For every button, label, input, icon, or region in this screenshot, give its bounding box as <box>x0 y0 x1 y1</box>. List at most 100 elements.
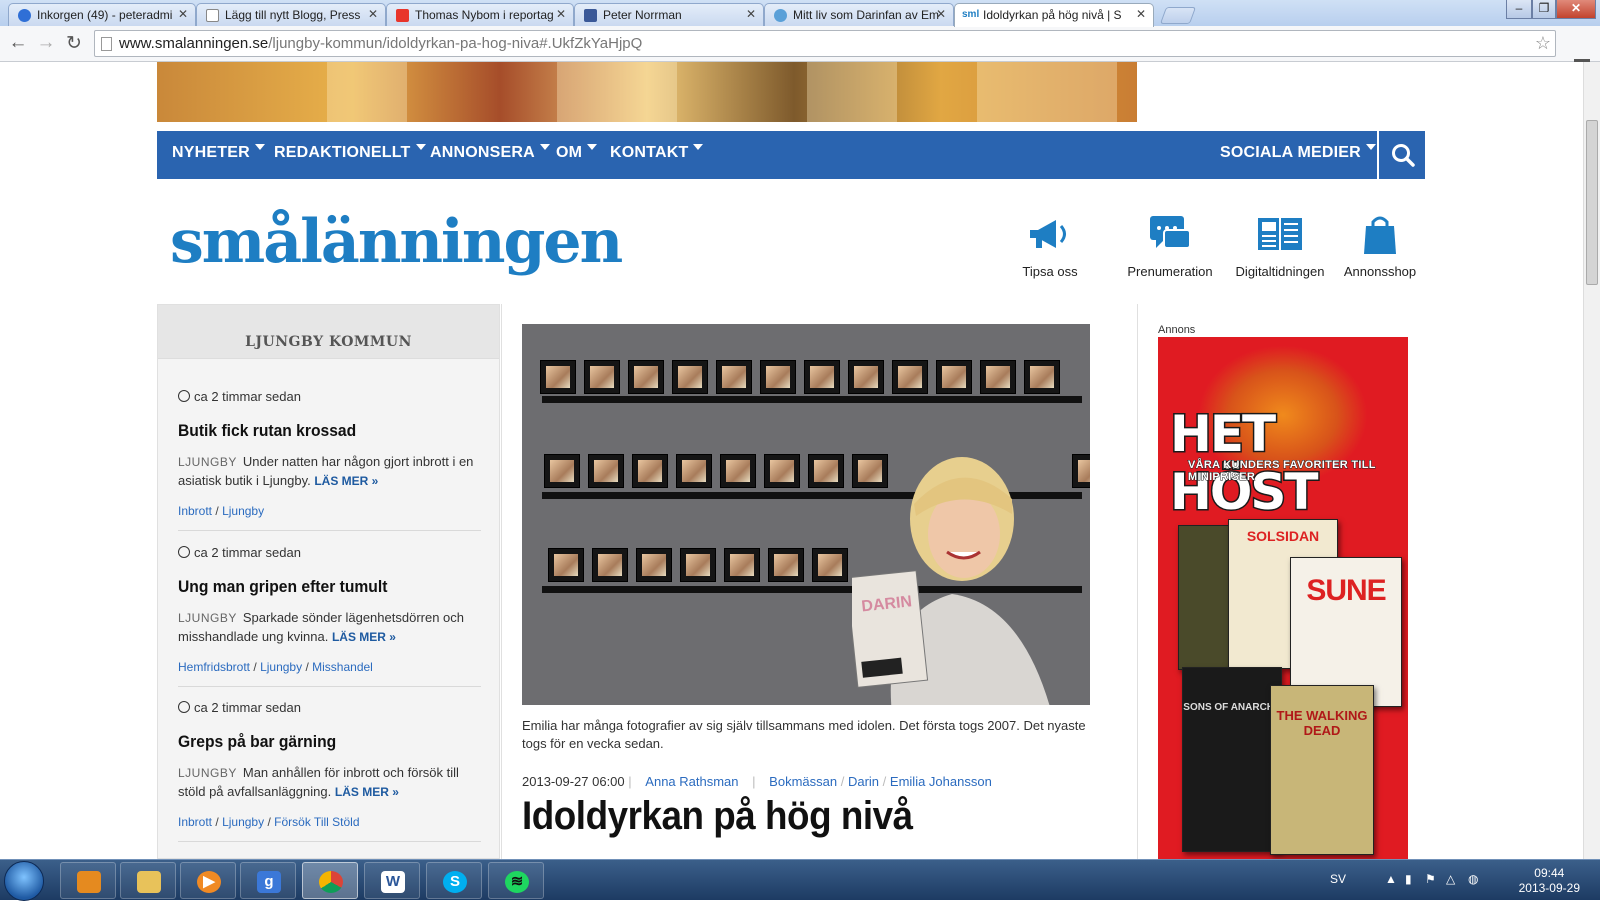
tab-title: Peter Norrman <box>603 8 682 22</box>
browser-tab-5[interactable]: Mitt liv som Darinfan av Em ✕ <box>764 3 954 26</box>
chat-favicon-icon <box>774 9 787 22</box>
taskbar-skype[interactable]: S <box>426 862 482 899</box>
search-button[interactable] <box>1377 131 1425 179</box>
reload-icon[interactable]: ↻ <box>62 32 86 55</box>
read-more-link[interactable]: LÄS MER » <box>332 630 396 644</box>
page-scrollbar[interactable] <box>1583 62 1600 859</box>
news-title[interactable]: Ung man gripen efter tumult <box>178 577 457 597</box>
service-prenumeration[interactable]: Prenumeration <box>1120 214 1220 279</box>
browser-tab-4[interactable]: Peter Norrman ✕ <box>574 3 764 26</box>
photo-frame <box>636 548 672 582</box>
web-page: NYHETER REDAKTIONELLT ANNONSERA OM KONTA… <box>0 62 1583 859</box>
tab-title: Inkorgen (49) - peteradmi <box>37 8 173 22</box>
news-title[interactable]: Greps på bar gärning <box>178 732 457 752</box>
browser-tab-active[interactable]: sml Idoldyrkan på hög nivå | S ✕ <box>954 3 1154 27</box>
gmail-favicon-icon <box>396 9 409 22</box>
news-tags: Inbrott / Ljungby / Försök Till Stöld <box>178 815 360 829</box>
spotify-icon: ≋ <box>505 871 529 893</box>
tag-link[interactable]: Bokmässan <box>769 774 837 789</box>
browser-tab-1[interactable]: Inkorgen (49) - peteradmi ✕ <box>8 3 196 26</box>
close-tab-icon[interactable]: ✕ <box>936 7 946 21</box>
word-icon: W <box>381 871 405 893</box>
tag-link[interactable]: Inbrott <box>178 504 212 518</box>
service-annonsshop[interactable]: Annonsshop <box>1335 214 1425 279</box>
bookmark-star-icon[interactable]: ☆ <box>1535 33 1551 54</box>
taskbar-word[interactable]: W <box>364 862 420 899</box>
url-host: www.smalanningen.se <box>119 35 269 52</box>
smalanningen-favicon-icon: sml <box>962 9 980 20</box>
maximize-button[interactable]: ❐ <box>1532 0 1556 19</box>
address-bar[interactable]: www.smalanningen.se/ljungby-kommun/idold… <box>94 30 1556 57</box>
drive-icon[interactable]: △ <box>1446 872 1455 886</box>
close-window-button[interactable]: ✕ <box>1556 0 1596 19</box>
nav-sociala-medier[interactable]: SOCIALA MEDIER <box>1220 144 1376 162</box>
back-icon[interactable]: ← <box>6 32 30 54</box>
photo-frame <box>936 360 972 394</box>
taskbar-explorer[interactable] <box>120 862 176 899</box>
article-photo[interactable]: DARIN <box>522 324 1090 705</box>
minimize-button[interactable]: – <box>1506 0 1532 19</box>
tag-link[interactable]: Darin <box>848 774 879 789</box>
news-tags: Inbrott / Ljungby <box>178 504 265 518</box>
tag-link[interactable]: Ljungby <box>260 660 302 674</box>
clock-date: 2013-09-29 <box>1518 881 1580 895</box>
close-tab-icon[interactable]: ✕ <box>178 7 188 21</box>
photo-frame <box>716 360 752 394</box>
scrollbar-thumb[interactable] <box>1586 120 1598 285</box>
photo-frame <box>812 548 848 582</box>
taskbar-media-player[interactable]: ▶ <box>180 862 236 899</box>
close-tab-icon[interactable]: ✕ <box>746 7 756 21</box>
nav-kontakt[interactable]: KONTAKT <box>610 144 703 162</box>
tag-link[interactable]: Ljungby <box>222 815 264 829</box>
nav-om[interactable]: OM <box>556 144 597 162</box>
nav-annonsera[interactable]: ANNONSERA <box>430 144 550 162</box>
photo-frame <box>764 454 800 488</box>
tray-expand-icon[interactable]: ▲ <box>1385 872 1397 886</box>
close-tab-icon[interactable]: ✕ <box>1136 7 1146 21</box>
photo-frame <box>1024 360 1060 394</box>
close-tab-icon[interactable]: ✕ <box>368 7 378 21</box>
browser-tab-2[interactable]: Lägg till nytt Blogg, Press ✕ <box>196 3 386 26</box>
taskbar-chrome[interactable] <box>302 862 358 899</box>
author-link[interactable]: Anna Rathsman <box>645 774 738 789</box>
tag-link[interactable]: Försök Till Stöld <box>274 815 359 829</box>
close-tab-icon[interactable]: ✕ <box>556 7 566 21</box>
photo-frame <box>588 454 624 488</box>
nav-nyheter[interactable]: NYHETER <box>172 144 265 162</box>
nav-redaktionellt[interactable]: REDAKTIONELLT <box>274 144 426 162</box>
photo-frame <box>584 360 620 394</box>
tag-link[interactable]: Emilia Johansson <box>890 774 992 789</box>
network-icon[interactable]: ◍ <box>1468 872 1478 886</box>
girl-with-book-figure: DARIN <box>852 457 1050 705</box>
system-clock[interactable]: 09:44 2013-09-29 <box>1519 866 1580 896</box>
site-logo[interactable]: smålänningen <box>170 207 623 277</box>
service-tipsa-oss[interactable]: Tipsa oss <box>1010 214 1090 279</box>
forward-icon[interactable]: → <box>34 32 58 54</box>
tag-link[interactable]: Inbrott <box>178 815 212 829</box>
tag-link[interactable]: Misshandel <box>312 660 373 674</box>
clock-time: 09:44 <box>1534 866 1565 880</box>
tag-link[interactable]: Hemfridsbrott <box>178 660 250 674</box>
taskbar-google[interactable]: g <box>240 862 296 899</box>
tag-link[interactable]: Ljungby <box>222 504 264 518</box>
browser-tab-3[interactable]: Thomas Nybom i reportag ✕ <box>386 3 574 26</box>
new-tab-button[interactable] <box>1159 7 1197 24</box>
start-button[interactable] <box>4 861 44 901</box>
ad-column: Annons HET HÖST VÅRA KUNDERS FAVORITER T… <box>1137 304 1425 859</box>
google-icon: g <box>257 871 281 893</box>
read-more-link[interactable]: LÄS MER » <box>335 785 399 799</box>
ad-banner[interactable]: HET HÖST VÅRA KUNDERS FAVORITER TILL MIN… <box>1158 337 1408 859</box>
news-summary: LJUNGBY Man anhållen för inbrott och förs… <box>178 764 481 801</box>
photo-frame <box>980 360 1016 394</box>
megaphone-icon <box>1030 220 1066 248</box>
news-title[interactable]: Butik fick rutan krossad <box>178 421 457 441</box>
news-location: LJUNGBY <box>178 766 237 780</box>
read-more-link[interactable]: LÄS MER » <box>314 474 378 488</box>
photo-frame <box>540 360 576 394</box>
taskbar-app-1[interactable] <box>60 862 116 899</box>
language-indicator[interactable]: SV <box>1330 872 1346 886</box>
taskbar-spotify[interactable]: ≋ <box>488 862 544 899</box>
battery-icon[interactable]: ▮ <box>1405 872 1412 886</box>
service-digitaltidningen[interactable]: Digitaltidningen <box>1225 214 1335 279</box>
flag-icon[interactable]: ⚑ <box>1425 872 1436 886</box>
